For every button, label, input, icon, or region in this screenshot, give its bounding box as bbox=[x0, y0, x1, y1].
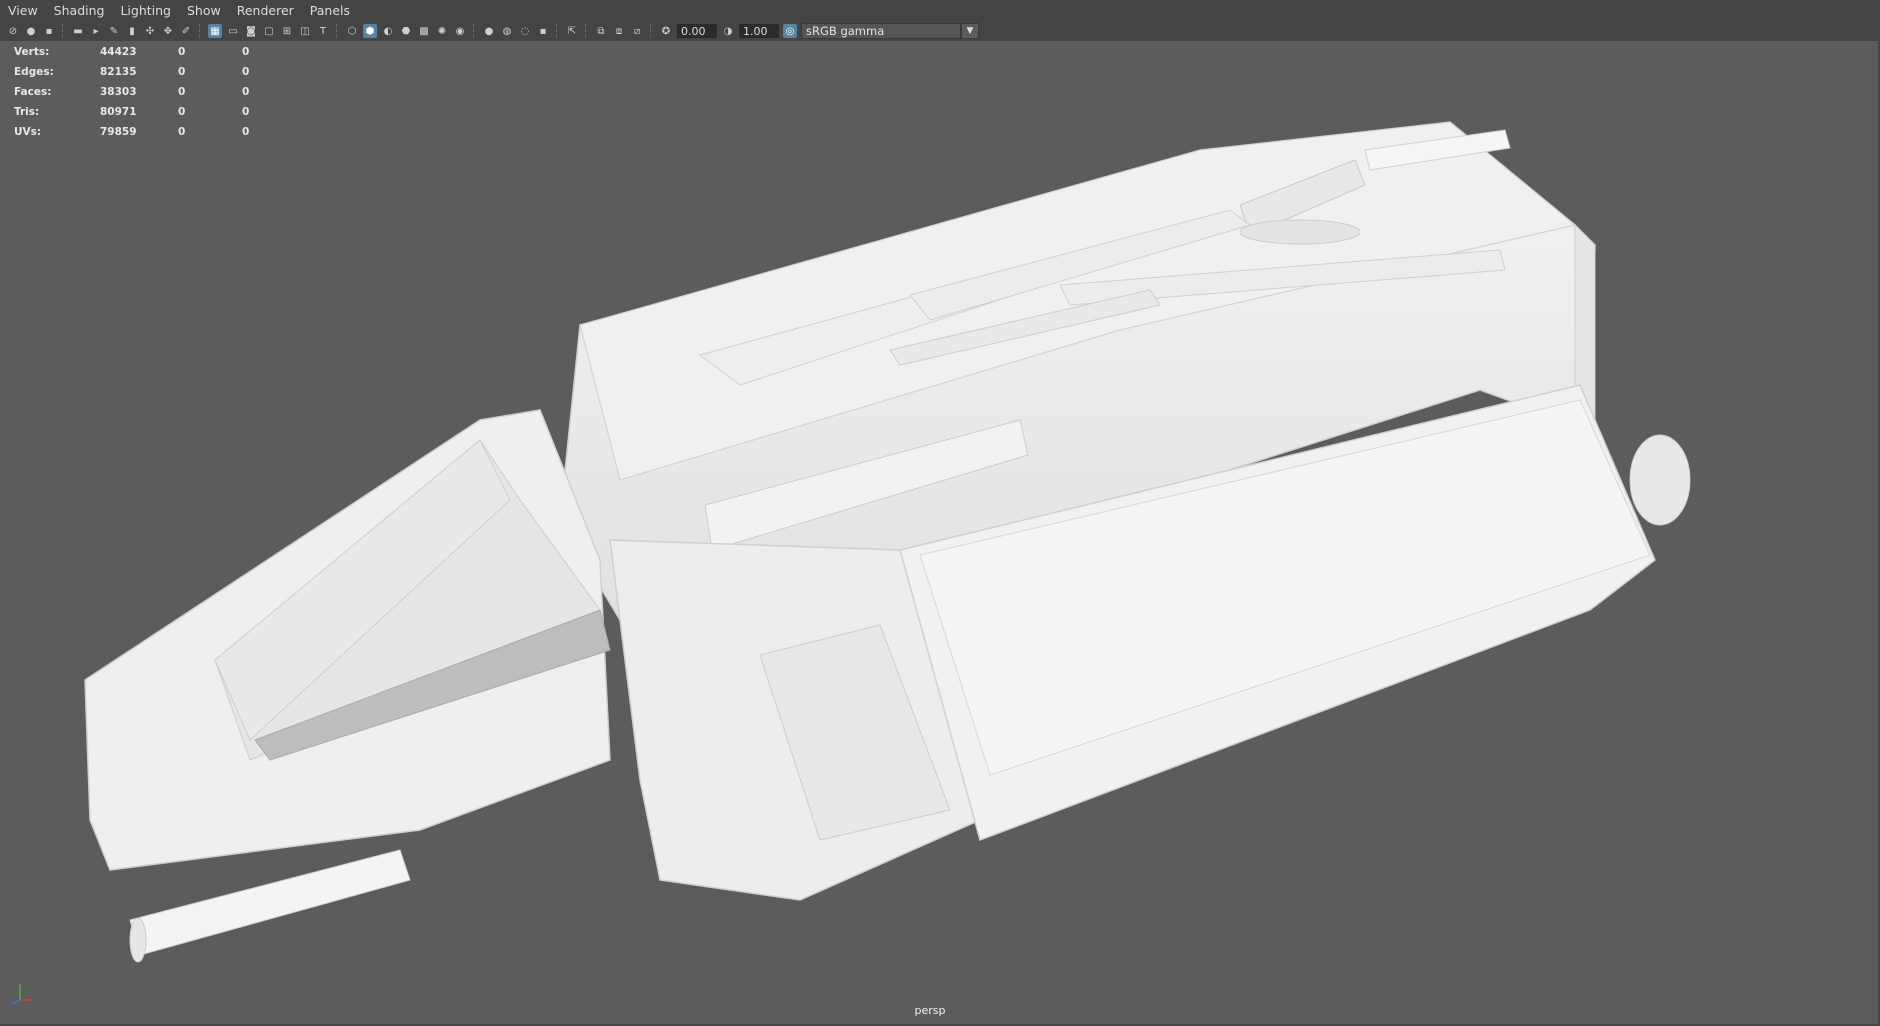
hud-value: 38303 bbox=[100, 86, 137, 98]
wireframe-icon[interactable]: ▢ bbox=[262, 24, 276, 38]
resolution-gate-icon[interactable]: ◙ bbox=[244, 24, 258, 38]
film-gate-icon[interactable]: ▭ bbox=[226, 24, 240, 38]
shadows-icon[interactable]: ⬢ bbox=[363, 24, 377, 38]
xray-joints-icon[interactable]: ◍ bbox=[500, 24, 514, 38]
hud-value: 80971 bbox=[100, 106, 137, 118]
isolate-select-icon[interactable]: ◉ bbox=[453, 24, 467, 38]
use-all-lights-icon[interactable]: ⬡ bbox=[345, 24, 359, 38]
chevron-down-icon[interactable]: ▼ bbox=[961, 23, 979, 39]
hud-toggle-icon[interactable]: ▪ bbox=[536, 24, 550, 38]
gamma-field[interactable]: 1.00 bbox=[739, 24, 779, 38]
hud-label: Tris: bbox=[14, 106, 40, 118]
hud-selected-value: 0 bbox=[178, 66, 186, 78]
safe-action-icon[interactable]: ✥ bbox=[161, 24, 175, 38]
toolbar-separator bbox=[585, 24, 588, 38]
hud-label: Edges: bbox=[14, 66, 54, 78]
toolbar-separator bbox=[336, 24, 339, 38]
panel-menu-bar: View Shading Lighting Show Renderer Pane… bbox=[0, 0, 1880, 21]
view-transform-select[interactable]: sRGB gamma bbox=[801, 23, 961, 39]
menu-show[interactable]: Show bbox=[179, 3, 229, 18]
hud-selected-value: 0 bbox=[242, 126, 250, 138]
camera-name-label: persp bbox=[914, 1004, 946, 1017]
toolbar-separator bbox=[556, 24, 559, 38]
overscan-icon[interactable]: ⧈ bbox=[612, 24, 626, 38]
hud-selected-value: 0 bbox=[178, 126, 186, 138]
3d-model-mesh[interactable] bbox=[0, 0, 1880, 1026]
multisample-aa-icon[interactable]: ▩ bbox=[417, 24, 431, 38]
select-camera-icon[interactable]: ⊘ bbox=[6, 24, 20, 38]
hud-selected-value: 0 bbox=[178, 106, 186, 118]
color-management-icon[interactable]: ◎ bbox=[783, 24, 797, 38]
hud-label: Verts: bbox=[14, 46, 50, 58]
field-chart-icon[interactable]: ✣ bbox=[143, 24, 157, 38]
gate-display-icon[interactable]: ⧉ bbox=[594, 24, 608, 38]
default-material-icon[interactable]: ◫ bbox=[298, 24, 312, 38]
hud-selected-value: 0 bbox=[178, 46, 186, 58]
grid-icon[interactable]: ▦ bbox=[208, 24, 222, 38]
two-d-pan-zoom-icon[interactable]: ▸ bbox=[89, 24, 103, 38]
gate-mask-icon[interactable]: ▮ bbox=[125, 24, 139, 38]
depth-of-field-icon[interactable]: ✺ bbox=[435, 24, 449, 38]
exposure-field[interactable]: 0.00 bbox=[677, 24, 717, 38]
hud-row-tris: Tris: 80971 0 0 bbox=[14, 102, 272, 122]
hud-row-uvs: UVs: 79859 0 0 bbox=[14, 122, 272, 142]
hud-label: UVs: bbox=[14, 126, 42, 138]
bookmarks-icon[interactable]: ▪ bbox=[42, 24, 56, 38]
hud-value: 79859 bbox=[100, 126, 137, 138]
safe-title-icon[interactable]: ✐ bbox=[179, 24, 193, 38]
hud-selected-value: 0 bbox=[242, 46, 250, 58]
smooth-shade-icon[interactable]: ⊞ bbox=[280, 24, 294, 38]
toolbar-separator bbox=[199, 24, 202, 38]
menu-panels[interactable]: Panels bbox=[302, 3, 358, 18]
toolbar-separator bbox=[650, 24, 653, 38]
pan-zoom-icon[interactable]: ⧄ bbox=[630, 24, 644, 38]
hud-row-edges: Edges: 82135 0 0 bbox=[14, 62, 272, 82]
toolbar-separator bbox=[62, 24, 65, 38]
hud-selected-value: 0 bbox=[242, 106, 250, 118]
menu-lighting[interactable]: Lighting bbox=[112, 3, 179, 18]
textured-icon[interactable]: T bbox=[316, 24, 330, 38]
exposure-icon[interactable]: ✪ bbox=[659, 24, 673, 38]
camera-attributes-icon[interactable]: ● bbox=[24, 24, 38, 38]
hud-selected-value: 0 bbox=[242, 86, 250, 98]
hud-value: 44423 bbox=[100, 46, 137, 58]
screen-space-ao-icon[interactable]: ◐ bbox=[381, 24, 395, 38]
menu-view[interactable]: View bbox=[0, 3, 46, 18]
xray-icon[interactable]: ● bbox=[482, 24, 496, 38]
hud-row-faces: Faces: 38303 0 0 bbox=[14, 82, 272, 102]
image-plane-icon[interactable]: ▬ bbox=[71, 24, 85, 38]
gamma-icon[interactable]: ◑ bbox=[721, 24, 735, 38]
panel-toolbar: ⊘ ● ▪ ▬ ▸ ✎ ▮ ✣ ✥ ✐ ▦ ▭ ◙ ▢ ⊞ ◫ T ⬡ ⬢ ◐ … bbox=[0, 21, 1880, 41]
xray-components-icon[interactable]: ◌ bbox=[518, 24, 532, 38]
grease-pencil-icon[interactable]: ✎ bbox=[107, 24, 121, 38]
viewport-panel[interactable]: View Shading Lighting Show Renderer Pane… bbox=[0, 0, 1880, 1026]
toolbar-separator bbox=[473, 24, 476, 38]
hud-selected-value: 0 bbox=[242, 66, 250, 78]
hud-selected-value: 0 bbox=[178, 86, 186, 98]
poly-count-hud: Verts: 44423 0 0 Edges: 82135 0 0 Faces:… bbox=[14, 42, 272, 142]
hud-label: Faces: bbox=[14, 86, 52, 98]
motion-blur-icon[interactable]: ⬣ bbox=[399, 24, 413, 38]
select-mode-icon[interactable]: ⇱ bbox=[565, 24, 579, 38]
menu-renderer[interactable]: Renderer bbox=[229, 3, 302, 18]
menu-shading[interactable]: Shading bbox=[46, 3, 113, 18]
hud-row-verts: Verts: 44423 0 0 bbox=[14, 42, 272, 62]
hud-value: 82135 bbox=[100, 66, 137, 78]
